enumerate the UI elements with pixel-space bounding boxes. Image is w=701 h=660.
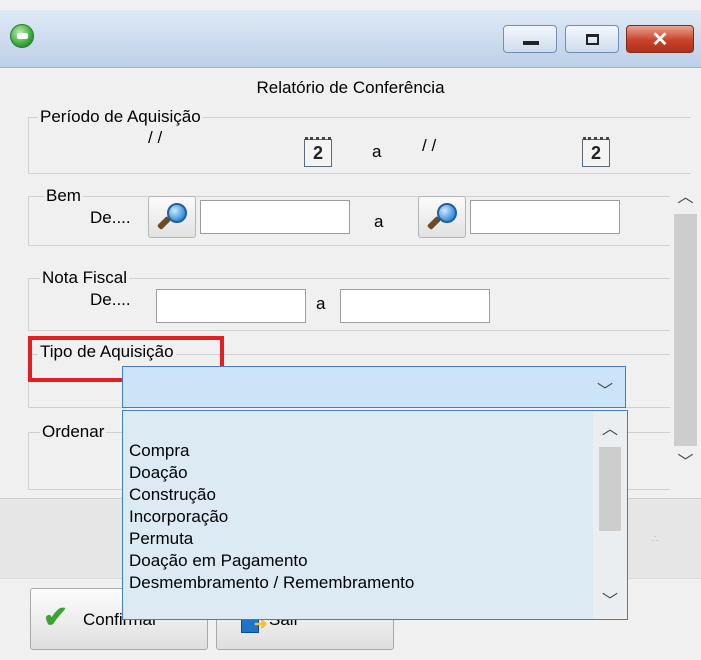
dropdown-option[interactable]: Compra (129, 441, 189, 461)
faint-mark: ∴ (652, 534, 659, 545)
tipo-aquisicao-select[interactable]: ﹀ (122, 366, 626, 408)
legend-bem: Bem (44, 186, 83, 206)
bem-range-separator: a (374, 212, 384, 231)
bem-from-label: De.... (90, 208, 131, 227)
bem-from-input[interactable] (200, 200, 350, 234)
maximize-icon (586, 34, 599, 45)
calendar-to-button[interactable]: 2 (582, 137, 610, 167)
bem-to-input[interactable] (470, 200, 620, 234)
form-title: Relatório de Conferência (256, 78, 445, 97)
scroll-up-icon[interactable]: ︿ (593, 415, 627, 439)
calendar-icon: 2 (590, 143, 601, 163)
maximize-button[interactable] (565, 25, 619, 53)
dropdown-option[interactable]: Doação (129, 463, 188, 483)
search-icon (167, 203, 187, 223)
date-to-value[interactable]: / / (422, 136, 436, 156)
search-icon (437, 203, 457, 223)
date-from-value[interactable]: / / (148, 128, 162, 148)
scroll-thumb[interactable] (674, 214, 697, 446)
dropdown-scroll-thumb[interactable] (599, 447, 621, 531)
close-icon: ✕ (651, 29, 669, 51)
close-button[interactable]: ✕ (626, 25, 694, 53)
dropdown-option[interactable]: Desmembramento / Remembramento (129, 573, 414, 593)
calendar-icon: 2 (312, 143, 323, 163)
dropdown-option[interactable]: Doação em Pagamento (129, 551, 308, 571)
calendar-from-button[interactable]: 2 (304, 137, 332, 167)
date-range-separator: a (372, 142, 382, 161)
legend-periodo: Período de Aquisição (38, 107, 203, 127)
minimize-icon (523, 41, 539, 45)
tipo-aquisicao-dropdown[interactable]: Compra Doação Construção Incorporação Pe… (122, 410, 628, 620)
minimize-button[interactable] (503, 25, 557, 53)
legend-ordenar: Ordenar (40, 422, 107, 442)
check-icon: ✔ (43, 601, 69, 634)
report-window: ✕ Relatório de Conferência Período de Aq… (0, 0, 701, 660)
title-bar[interactable]: ✕ (0, 10, 701, 68)
bem-to-search-button[interactable] (418, 196, 466, 238)
nota-range-separator: a (316, 294, 326, 313)
scroll-up-icon[interactable]: ︿ (670, 183, 701, 213)
nota-from-label: De.... (90, 290, 131, 309)
dropdown-scrollbar[interactable]: ︿ ﹀ (593, 411, 627, 619)
dropdown-option[interactable]: Construção (129, 485, 216, 505)
legend-nota-fiscal: Nota Fiscal (40, 268, 130, 288)
chevron-down-icon[interactable]: ﹀ (597, 377, 613, 401)
nota-from-input[interactable] (156, 289, 306, 323)
dropdown-option[interactable]: Permuta (129, 529, 193, 549)
bem-from-search-button[interactable] (148, 196, 196, 238)
scroll-down-icon[interactable]: ﹀ (670, 448, 701, 478)
scroll-down-icon[interactable]: ﹀ (593, 587, 627, 611)
form-scrollbar[interactable]: ︿ ﹀ (670, 183, 701, 478)
dropdown-option[interactable]: Incorporação (129, 507, 228, 527)
app-icon (10, 24, 34, 48)
nota-to-input[interactable] (340, 289, 490, 323)
